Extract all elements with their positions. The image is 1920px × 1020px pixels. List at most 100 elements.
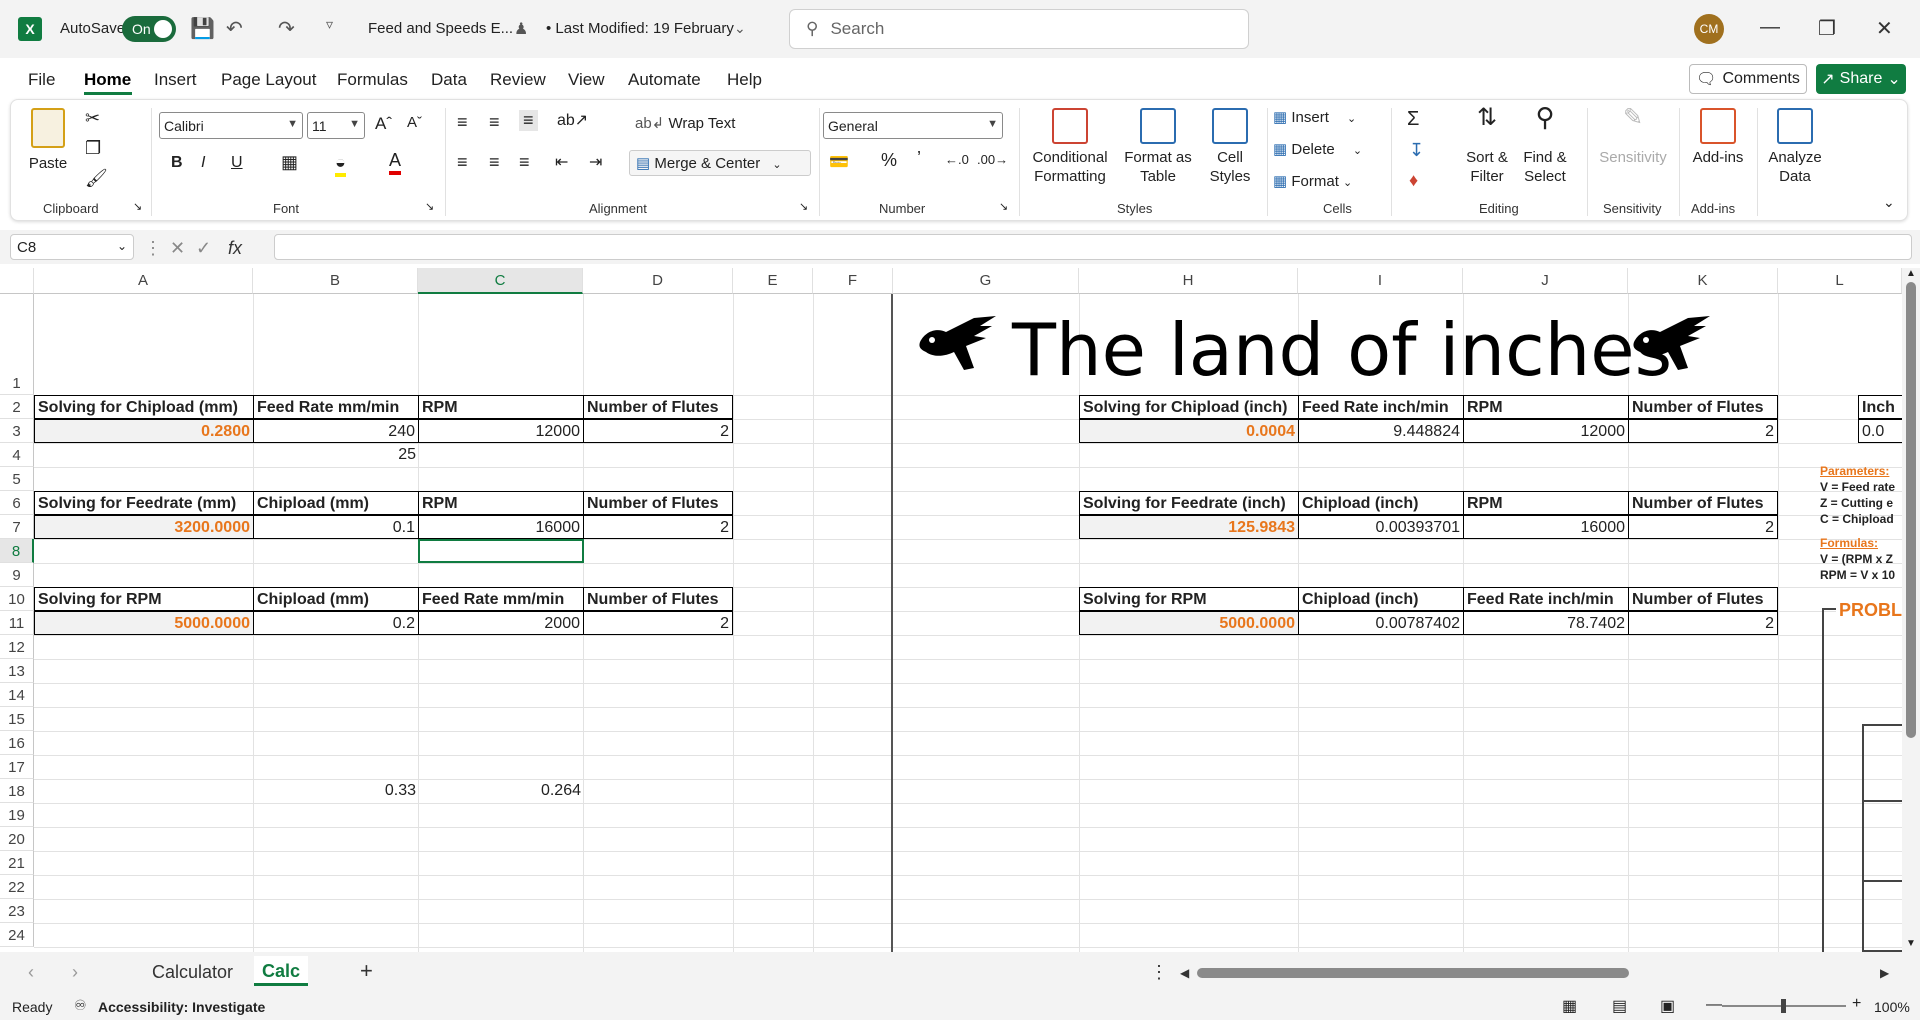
analyze-data-button[interactable]: Analyze Data <box>1763 108 1827 186</box>
cell-c6[interactable]: RPM <box>418 491 584 515</box>
cell-h3[interactable]: 0.0004 <box>1079 419 1299 443</box>
cell-i7[interactable]: 0.00393701 <box>1298 515 1464 539</box>
name-box[interactable]: C8 ⌄ <box>10 234 134 260</box>
comments-button[interactable]: 🗨 Comments <box>1689 64 1807 94</box>
customize-toolbar-icon[interactable]: ▿ <box>326 16 333 33</box>
zoom-slider-thumb[interactable] <box>1781 999 1786 1013</box>
row-header[interactable]: 12 <box>0 635 34 659</box>
insert-cells-button[interactable]: ▦ Insert ⌄ <box>1273 108 1356 126</box>
column-header-d[interactable]: D <box>583 268 733 294</box>
horizontal-scroll-thumb[interactable] <box>1197 968 1629 978</box>
sheet-tab-calc[interactable]: Calc <box>254 956 309 986</box>
row-header[interactable]: 1 <box>0 294 34 395</box>
cell-c11[interactable]: 2000 <box>418 611 584 635</box>
column-header-a[interactable]: A <box>34 268 253 294</box>
sheet-tab-calculator[interactable]: Calculator <box>152 962 233 983</box>
more-icon[interactable]: ⋮ <box>1150 962 1168 983</box>
cell-b7[interactable]: 0.1 <box>253 515 419 539</box>
cell-k11[interactable]: 2 <box>1628 611 1778 635</box>
save-icon[interactable]: 💾 <box>190 16 215 41</box>
row-header[interactable]: 17 <box>0 755 34 779</box>
tab-home[interactable]: Home <box>84 70 131 90</box>
cell-d2[interactable]: Number of Flutes <box>583 395 733 419</box>
page-break-view-icon[interactable]: ▣ <box>1660 996 1675 1016</box>
cell-a11[interactable]: 5000.0000 <box>34 611 254 635</box>
chevron-down-icon[interactable]: ⌄ <box>734 20 746 37</box>
tab-view[interactable]: View <box>568 70 605 90</box>
cell-a10[interactable]: Solving for RPM <box>34 587 254 611</box>
cell-d7[interactable]: 2 <box>583 515 733 539</box>
increase-font-icon[interactable]: Aˆ <box>375 114 392 134</box>
merge-center-button[interactable]: ▤ Merge & Center ⌄ <box>629 150 811 176</box>
accounting-format-icon[interactable]: 💳 <box>829 152 849 172</box>
paste-button[interactable]: Paste <box>25 108 71 173</box>
collapse-ribbon-icon[interactable]: ⌄ <box>1883 194 1895 211</box>
cell-i3[interactable]: 9.448824 <box>1298 419 1464 443</box>
fill-color-icon[interactable]: ◒ <box>335 152 346 177</box>
cell-k10[interactable]: Number of Flutes <box>1628 587 1778 611</box>
cell-b11[interactable]: 0.2 <box>253 611 419 635</box>
column-header-e[interactable]: E <box>733 268 813 294</box>
cell-c18[interactable]: 0.264 <box>418 779 584 803</box>
column-header-i[interactable]: I <box>1298 268 1463 294</box>
dialog-launcher-icon[interactable]: ↘ <box>799 200 808 213</box>
number-format-select[interactable]: General ▼ <box>823 112 1003 139</box>
cell-k3[interactable]: 2 <box>1628 419 1778 443</box>
cell-h7[interactable]: 125.9843 <box>1079 515 1299 539</box>
cell-d6[interactable]: Number of Flutes <box>583 491 733 515</box>
row-header[interactable]: 16 <box>0 731 34 755</box>
align-center-icon[interactable]: ≡ <box>489 152 500 173</box>
format-as-table-button[interactable]: Format as Table <box>1117 108 1199 186</box>
zoom-level[interactable]: 100% <box>1874 999 1910 1015</box>
cell-m2[interactable]: Inch <box>1858 395 1902 419</box>
increase-decimal-icon[interactable]: ←.0 <box>945 152 969 167</box>
column-header-l[interactable]: L <box>1778 268 1902 294</box>
font-size-select[interactable]: 11 ▼ <box>307 112 365 139</box>
row-header[interactable]: 7 <box>0 515 34 539</box>
cell-b2[interactable]: Feed Rate mm/min <box>253 395 419 419</box>
underline-button[interactable]: U <box>231 154 243 172</box>
clear-icon[interactable]: ♦ <box>1409 170 1418 191</box>
vertical-scrollbar[interactable]: ▲ ▼ <box>1902 268 1920 952</box>
column-header-j[interactable]: J <box>1463 268 1628 294</box>
column-header-b[interactable]: B <box>253 268 418 294</box>
cell-a2[interactable]: Solving for Chipload (mm) <box>34 395 254 419</box>
cell-d3[interactable]: 2 <box>583 419 733 443</box>
close-icon[interactable]: ✕ <box>1876 16 1893 41</box>
cell-b6[interactable]: Chipload (mm) <box>253 491 419 515</box>
cell-c3[interactable]: 12000 <box>418 419 584 443</box>
row-header[interactable]: 2 <box>0 395 34 419</box>
undo-icon[interactable]: ↶ <box>226 16 243 41</box>
cell-j7[interactable]: 16000 <box>1463 515 1629 539</box>
row-header[interactable]: 11 <box>0 611 34 635</box>
borders-icon[interactable]: ▦ <box>281 152 298 173</box>
format-cells-button[interactable]: ▦ Format ⌄ <box>1273 172 1352 190</box>
dialog-launcher-icon[interactable]: ↘ <box>425 200 434 213</box>
fill-icon[interactable]: ↧ <box>1409 140 1424 161</box>
autosave-toggle[interactable]: On <box>122 16 176 42</box>
scroll-right-icon[interactable]: ▶ <box>1880 966 1889 980</box>
autosum-icon[interactable]: Σ <box>1407 108 1419 131</box>
wrap-text-button[interactable]: ab↲ Wrap Text <box>635 114 735 132</box>
cell-c2[interactable]: RPM <box>418 395 584 419</box>
cell-k6[interactable]: Number of Flutes <box>1628 491 1778 515</box>
decrease-decimal-icon[interactable]: .00→ <box>977 152 1008 167</box>
add-ins-button[interactable]: Add-ins <box>1687 108 1749 167</box>
enter-icon[interactable]: ✓ <box>196 238 211 259</box>
cell-d10[interactable]: Number of Flutes <box>583 587 733 611</box>
cell-d11[interactable]: 2 <box>583 611 733 635</box>
cell-b3[interactable]: 240 <box>253 419 419 443</box>
tab-automate[interactable]: Automate <box>628 70 701 90</box>
cell-c10[interactable]: Feed Rate mm/min <box>418 587 584 611</box>
cell-j6[interactable]: RPM <box>1463 491 1629 515</box>
percent-icon[interactable]: % <box>881 150 897 171</box>
cell-i10[interactable]: Chipload (inch) <box>1298 587 1464 611</box>
row-header[interactable]: 14 <box>0 683 34 707</box>
redo-icon[interactable]: ↷ <box>278 16 295 41</box>
row-header[interactable]: 23 <box>0 899 34 923</box>
tab-review[interactable]: Review <box>490 70 546 90</box>
zoom-in-icon[interactable]: + <box>1852 995 1861 1013</box>
column-header-k[interactable]: K <box>1628 268 1778 294</box>
font-color-icon[interactable]: A <box>389 150 402 175</box>
scroll-left-icon[interactable]: ◀ <box>1180 966 1189 980</box>
